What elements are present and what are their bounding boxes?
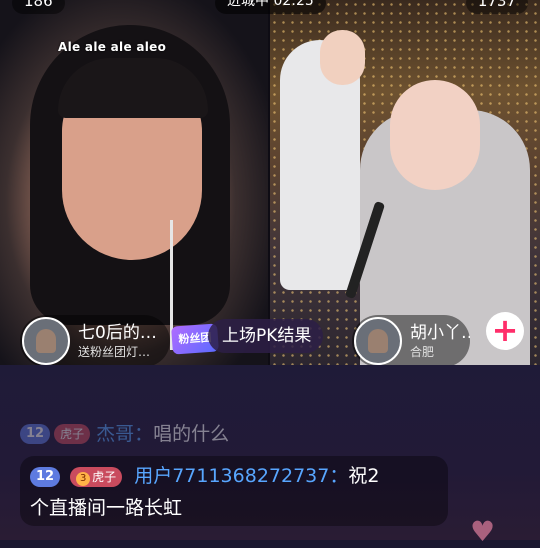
- fan-badge: 虎子: [54, 424, 91, 444]
- chat-message-faded: 12 虎子 杰哥：唱的什么: [20, 419, 229, 449]
- chat-text: 唱的什么: [153, 423, 230, 445]
- left-host-avatar[interactable]: [22, 317, 70, 365]
- left-stream-video[interactable]: Ale ale ale aleo: [0, 0, 268, 365]
- left-viewer-count: 186: [12, 0, 65, 14]
- streamer-bangs: [58, 58, 208, 118]
- chat-username[interactable]: 用户7711368272737: [134, 465, 329, 487]
- right-host-card[interactable]: 胡小丫… 合肥: [352, 315, 470, 367]
- left-host-card[interactable]: 七0后的… 送粉丝团灯…: [20, 315, 170, 367]
- fan-level-number: 3: [76, 471, 91, 486]
- chat-text-line1: 祝2: [348, 465, 380, 487]
- follow-plus-button[interactable]: +: [486, 312, 524, 350]
- song-lyric-title: Ale ale ale aleo: [58, 40, 167, 54]
- chat-text-line2: 个直播间一路长虹: [30, 497, 183, 519]
- right-viewer-count: 1737: [465, 0, 528, 14]
- fan-badge: 3 虎子: [70, 466, 123, 487]
- fan-badge-name: 虎子: [92, 469, 117, 484]
- user-level-badge: 12: [20, 424, 51, 444]
- right-host-info: 胡小丫… 合肥: [410, 322, 470, 360]
- avatar-icon: [36, 329, 56, 353]
- left-host-name: 七0后的…: [78, 323, 157, 343]
- heart-icon[interactable]: ♥: [470, 515, 500, 548]
- right-host-name: 胡小丫…: [410, 323, 470, 343]
- chat-colon: ：: [134, 423, 154, 445]
- right-host-location: 合肥: [410, 345, 435, 359]
- user-level-badge: 12: [30, 466, 61, 487]
- chat-username[interactable]: 杰哥: [96, 419, 134, 449]
- right-host-avatar[interactable]: [354, 317, 402, 365]
- left-host-subtitle: 送粉丝团灯…: [78, 345, 151, 359]
- fan-badge-name: 虎子: [60, 427, 85, 441]
- avatar-icon: [368, 329, 388, 353]
- chat-colon: ：: [329, 465, 349, 487]
- pk-timer: 进城中 02:25: [215, 0, 326, 14]
- chat-message-latest: 12 3 虎子 用户7711368272737：祝2 个直播间一路长虹: [20, 456, 448, 526]
- left-host-info: 七0后的… 送粉丝团灯…: [78, 322, 157, 360]
- background-person-head: [320, 30, 365, 85]
- pk-stage: Ale ale ale aleo 186 进城中 02:25 1737 七0后的…: [0, 0, 540, 367]
- pk-result-button[interactable]: 上场PK结果: [208, 319, 324, 353]
- singer-face: [390, 80, 480, 190]
